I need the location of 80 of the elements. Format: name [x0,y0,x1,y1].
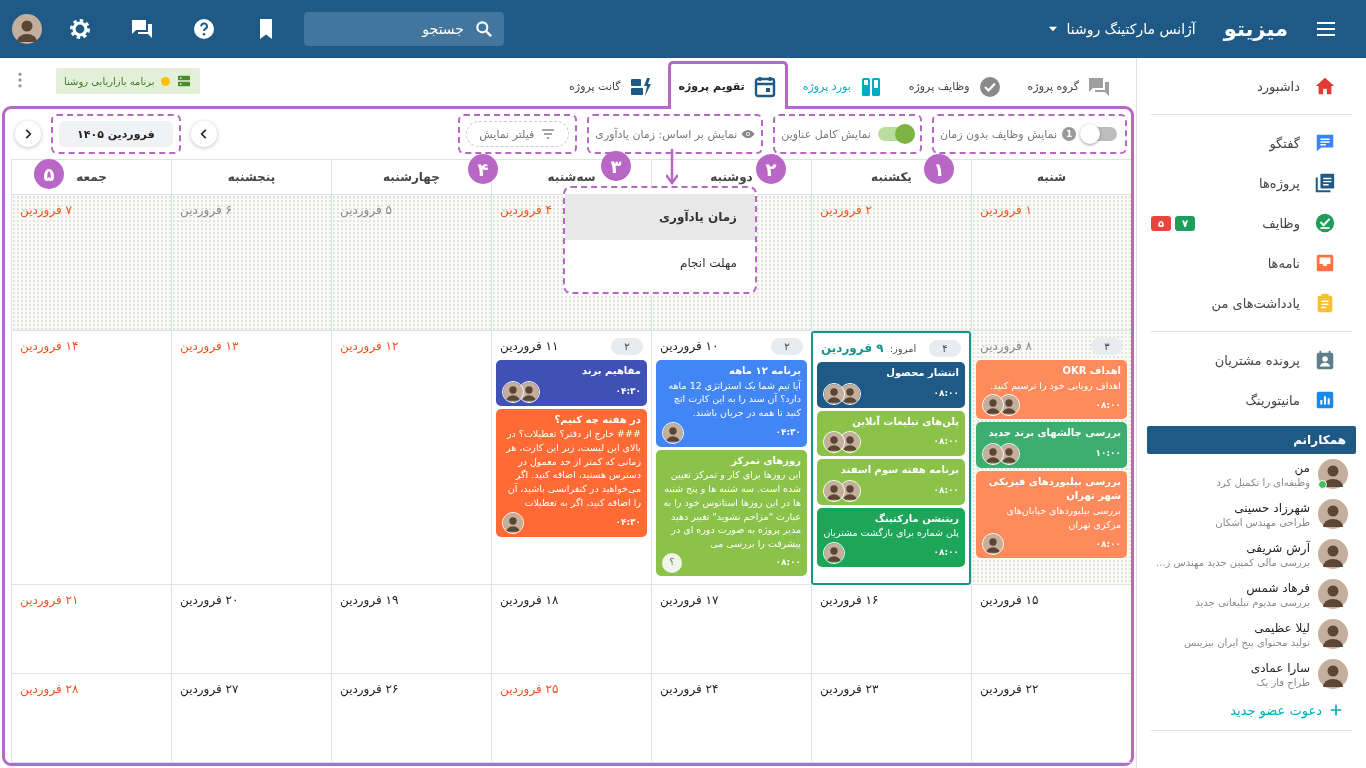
card-time: ۰۸:۰۰ [933,386,959,400]
count-badge: ۲ [771,337,803,355]
card-time: ۰۸:۰۰ [1095,537,1121,551]
card-time: ۱۰:۰۰ [1095,447,1121,461]
count-badge: ۴ [929,339,961,357]
date-label: ۵ فروردین [340,203,393,217]
date-label: ۱۳ فروردین [180,339,239,353]
date-label: ۲۱ فروردین [20,592,79,607]
date-label: ۲ فروردین [820,203,873,217]
date-label: ۲۶ فروردین [340,681,399,696]
date-label: ۱۴ فروردین [20,339,79,353]
date-label: ۷ فروردین [20,203,73,217]
card-title: برنامه هفته سوم اسفند [839,463,959,478]
date-label: ۱۵ فروردین [980,592,1039,607]
card-time: ۰۸:۰۰ [775,556,801,570]
card-title: اهداف OKR [1061,364,1121,378]
member-status: بررسی مالی کمپین جدید مهندس ز... [1156,556,1310,568]
step-marker: ۱ [924,154,954,184]
toggle-label: نمایش وظایف بدون زمان [939,127,1057,141]
card-description: پلن شماره برای بازگشت مشتریان [823,526,959,540]
date-label: ۲۲ فروردین [980,681,1039,696]
date-label: ۱۱ فروردین [500,339,559,353]
date-label: ۱۰ فروردین [660,339,719,353]
date-label: ۲۷ فروردین [180,681,239,696]
member-status: طراحی مهندس اشکان [1215,516,1310,528]
card-title: روزهای تمرکز [729,453,801,469]
member-status: وظیفه‌ای را تکمیل کرد [1216,476,1310,488]
date-label: ۹ فروردین [821,341,884,355]
card-description: اهداف رویایی خود را ترسیم کنید. [988,378,1121,393]
count-badge: 1 [1062,127,1076,141]
date-label: ۱۹ فروردین [340,592,399,607]
date-label: ۱۲ فروردین [340,339,399,353]
card-title: بررسی بیلبوردهای فیزیکی شهر تهران [987,474,1121,504]
count-badge: ۷ [1175,215,1195,231]
card-time: ۰۸:۰۰ [1095,398,1121,412]
step-marker: ۵ [34,159,64,189]
app-logo: میزیتو [1223,17,1288,41]
member-status: طراح فاز یک [1255,676,1310,688]
card-title: انتشار محصول [885,366,959,381]
step-marker: ۲ [756,154,786,184]
section-header: همکارانم [1147,426,1356,454]
card-description: ### خارج از دفتر؟ تعطیلات؟ در بالای این لیست، زیر این کارت، هر زمانی که کمتر از حد معمول در دسترس هستید، اضافه کنید. اگر می‌خواهید در کنفرانسی باشید، آن را اضافه کنید، اگر به تعطیلات [504,427,641,510]
date-label: ۱۷ فروردین [660,592,719,607]
step-marker: ۳ [601,151,631,181]
date-label: ۴ فروردین [500,203,553,217]
card-title: مفاهیم برند [581,364,641,379]
date-label: ۲۳ فروردین [820,681,879,696]
card-title: بررسی چالشهای برند جدید [987,426,1121,441]
date-label: ۲۴ فروردین [660,681,719,696]
card-title: در هفته چه کنیم؟ [553,412,641,427]
date-label: ۱۸ فروردین [500,592,559,607]
card-time: ۰۴:۳۰ [775,426,801,440]
card-time: ۰۴:۳۰ [615,516,641,530]
count-badge: ۳ [1091,337,1123,355]
card-time: ۰۸:۰۰ [933,435,959,449]
member-status: بررسی مدیوم تبلیغاتی جدید [1195,596,1310,608]
card-time: ۰۸:۰۰ [933,546,959,560]
card-title: ریتنشن مارکتینگ [873,511,959,526]
card-description: بررسی بیلبوردهای خیابان‌های مرکزی تهران [1005,503,1121,532]
card-time: ۰۸:۰۰ [933,483,959,497]
date-label: ۲۰ فروردین [180,592,239,607]
card-description: این روزها برای کار و تمرکز تعیین شده است. سه شنبه ها و پنج شنبه ها در این روزها استاتوس خود را به عبارت "مزاحم نشوید" تغییر دهید مدیر پروژه به صورت دوره ای در پیشرفت را بررسی می [662,468,801,551]
date-label: ۱۶ فروردین [820,592,879,607]
today-label: امروز: [889,342,917,354]
card-description: آیا تیم شما یک استراتژی 12 ماهه دارد؟ آن سند را به این کارت اتچ کنید تا همه در جریان باشند. [667,378,801,420]
count-badge: ۲ [611,337,643,355]
date-label: ۲۵ فروردین [500,681,559,696]
member-status: تولید محتوای پیج ایران بیزینس [1184,636,1310,648]
card-title: برنامه ۱۲ ماهه [728,364,801,378]
date-label: ۸ فروردین [980,339,1033,353]
avatar-placeholder: ؟ [662,552,682,573]
date-label: ۲۸ فروردین [20,681,79,696]
toggle-label: نمایش کامل عناوین [781,127,871,141]
card-time: ۰۴:۳۰ [615,384,641,398]
step-marker: ۴ [468,154,498,184]
count-badge: ۵ [1151,215,1171,231]
date-label: ۱ فروردین [980,203,1033,217]
card-title: پلن‌های تبلیغات آنلاین [851,414,959,429]
date-label: ۶ فروردین [180,203,233,217]
month-label: فروردین ۱۴۰۵ [59,121,173,147]
